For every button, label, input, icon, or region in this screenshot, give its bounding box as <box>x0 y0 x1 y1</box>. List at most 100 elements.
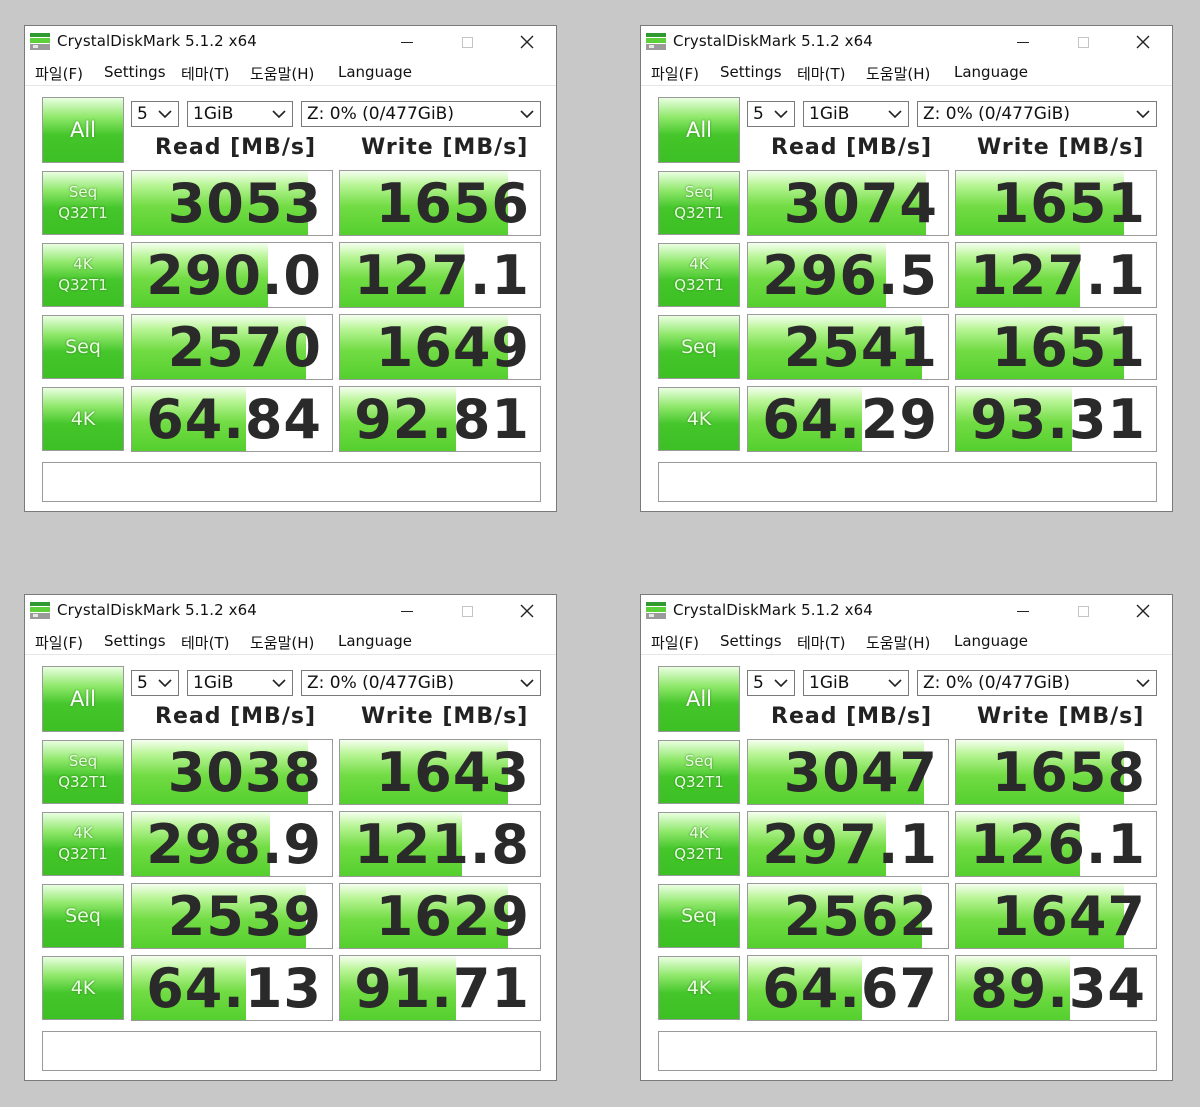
row-test-button[interactable]: 4K Q32T1 <box>658 812 740 876</box>
test-size-select[interactable]: 1GiB <box>187 101 293 127</box>
test-size-value: 1GiB <box>193 104 234 124</box>
comment-field[interactable] <box>658 1031 1157 1071</box>
write-value: 89.34 <box>970 957 1146 1020</box>
menu-file[interactable]: 파일(F) <box>651 63 699 84</box>
maximize-icon <box>461 605 473 617</box>
test-size-value: 1GiB <box>809 104 850 124</box>
read-value: 64.67 <box>762 957 938 1020</box>
drive-value: Z: 0% (0/477GiB) <box>923 673 1070 693</box>
menu-help[interactable]: 도움말(H) <box>866 632 930 653</box>
all-button[interactable]: All <box>42 97 124 163</box>
all-button[interactable]: All <box>658 666 740 732</box>
title-bar[interactable]: CrystalDiskMark 5.1.2 x64 <box>25 595 556 627</box>
title-bar[interactable]: CrystalDiskMark 5.1.2 x64 <box>641 26 1172 58</box>
menu-theme[interactable]: 테마(T) <box>797 632 845 653</box>
minimize-button[interactable] <box>387 595 427 627</box>
comment-field[interactable] <box>658 462 1157 502</box>
write-value: 93.31 <box>970 388 1146 451</box>
menu-theme[interactable]: 테마(T) <box>797 63 845 84</box>
drive-select[interactable]: Z: 0% (0/477GiB) <box>917 101 1157 127</box>
write-result-cell: 1651 <box>955 170 1157 236</box>
read-header: Read [MB/s] <box>771 704 933 729</box>
chevron-down-icon <box>774 110 788 119</box>
maximize-button[interactable] <box>447 595 487 627</box>
test-size-select[interactable]: 1GiB <box>803 670 909 696</box>
row-test-button[interactable]: 4K <box>658 956 740 1020</box>
test-count-select[interactable]: 5 <box>131 101 179 127</box>
test-count-select[interactable]: 5 <box>131 670 179 696</box>
test-count-select[interactable]: 5 <box>747 670 795 696</box>
window-title: CrystalDiskMark 5.1.2 x64 <box>673 601 873 619</box>
row-label-line2: Q32T1 <box>674 845 724 863</box>
menu-settings[interactable]: Settings <box>720 632 782 650</box>
row-test-button[interactable]: Seq Q32T1 <box>658 740 740 804</box>
menu-theme[interactable]: 테마(T) <box>181 632 229 653</box>
menu-settings[interactable]: Settings <box>720 63 782 81</box>
row-test-button[interactable]: Seq Q32T1 <box>42 740 124 804</box>
close-button[interactable] <box>1123 26 1163 58</box>
read-result-cell: 64.29 <box>747 386 949 452</box>
test-count-select[interactable]: 5 <box>747 101 795 127</box>
read-result-cell: 64.84 <box>131 386 333 452</box>
row-test-button[interactable]: Seq <box>42 315 124 379</box>
row-test-button[interactable]: 4K <box>658 387 740 451</box>
menu-language[interactable]: Language <box>338 632 412 650</box>
row-test-button[interactable]: Seq <box>658 315 740 379</box>
row-test-button[interactable]: 4K <box>42 956 124 1020</box>
chevron-down-icon <box>774 679 788 688</box>
write-header: Write [MB/s] <box>361 135 529 160</box>
maximize-button[interactable] <box>447 26 487 58</box>
test-count-value: 5 <box>137 673 148 693</box>
row-test-button[interactable]: 4K Q32T1 <box>658 243 740 307</box>
menu-help[interactable]: 도움말(H) <box>866 63 930 84</box>
drive-select[interactable]: Z: 0% (0/477GiB) <box>917 670 1157 696</box>
minimize-button[interactable] <box>387 26 427 58</box>
row-test-button[interactable]: Seq <box>658 884 740 948</box>
title-bar[interactable]: CrystalDiskMark 5.1.2 x64 <box>25 26 556 58</box>
row-test-button[interactable]: 4K Q32T1 <box>42 243 124 307</box>
row-test-button[interactable]: Seq Q32T1 <box>42 171 124 235</box>
comment-field[interactable] <box>42 1031 541 1071</box>
read-value: 3038 <box>167 741 322 804</box>
row-label-line1: Seq <box>65 904 101 927</box>
comment-field[interactable] <box>42 462 541 502</box>
maximize-button[interactable] <box>1063 26 1103 58</box>
all-button[interactable]: All <box>42 666 124 732</box>
menu-help[interactable]: 도움말(H) <box>250 63 314 84</box>
all-button[interactable]: All <box>658 97 740 163</box>
drive-select[interactable]: Z: 0% (0/477GiB) <box>301 101 541 127</box>
row-label-line2: Q32T1 <box>58 773 108 791</box>
close-button[interactable] <box>1123 595 1163 627</box>
row-test-button[interactable]: Seq <box>42 884 124 948</box>
write-value: 1629 <box>375 885 530 948</box>
menu-language[interactable]: Language <box>338 63 412 81</box>
menu-file[interactable]: 파일(F) <box>651 632 699 653</box>
row-label-line1: 4K <box>73 824 93 842</box>
read-header: Read [MB/s] <box>155 704 317 729</box>
menu-language[interactable]: Language <box>954 632 1028 650</box>
minimize-button[interactable] <box>1003 26 1043 58</box>
test-size-select[interactable]: 1GiB <box>803 101 909 127</box>
drive-select[interactable]: Z: 0% (0/477GiB) <box>301 670 541 696</box>
menu-settings[interactable]: Settings <box>104 632 166 650</box>
title-bar[interactable]: CrystalDiskMark 5.1.2 x64 <box>641 595 1172 627</box>
row-test-button[interactable]: 4K Q32T1 <box>42 812 124 876</box>
close-button[interactable] <box>507 595 547 627</box>
menu-theme[interactable]: 테마(T) <box>181 63 229 84</box>
row-label-line1: Seq <box>68 752 98 770</box>
menu-help[interactable]: 도움말(H) <box>250 632 314 653</box>
close-button[interactable] <box>507 26 547 58</box>
menu-file[interactable]: 파일(F) <box>35 632 83 653</box>
maximize-button[interactable] <box>1063 595 1103 627</box>
menu-language[interactable]: Language <box>954 63 1028 81</box>
menu-divider <box>641 654 1172 655</box>
menu-settings[interactable]: Settings <box>104 63 166 81</box>
minimize-button[interactable] <box>1003 595 1043 627</box>
menu-file[interactable]: 파일(F) <box>35 63 83 84</box>
read-result-cell: 298.9 <box>131 811 333 877</box>
row-test-button[interactable]: Seq Q32T1 <box>658 171 740 235</box>
test-size-select[interactable]: 1GiB <box>187 670 293 696</box>
write-result-cell: 91.71 <box>339 955 541 1021</box>
read-value: 296.5 <box>762 244 938 307</box>
row-test-button[interactable]: 4K <box>42 387 124 451</box>
